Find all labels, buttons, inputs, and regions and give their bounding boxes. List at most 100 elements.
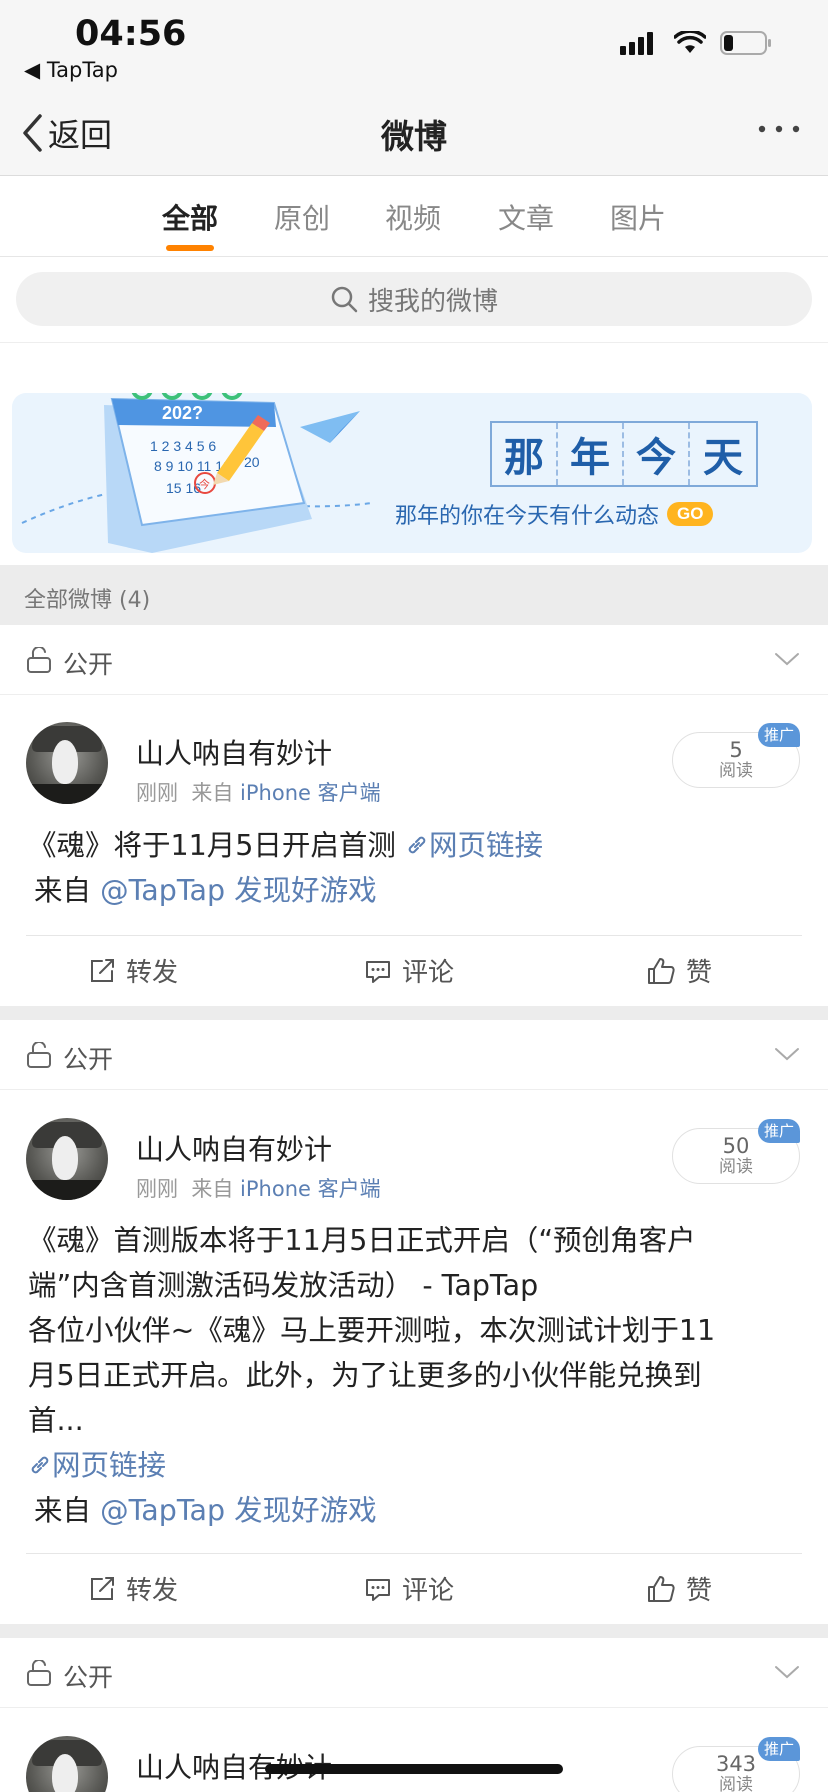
web-link-label: 网页链接: [428, 829, 543, 862]
read-label: 阅读: [719, 1775, 753, 1792]
tab-images[interactable]: 图片: [588, 197, 688, 237]
search-placeholder: 搜我的微博: [367, 286, 498, 317]
from-prefix: 来自: [34, 874, 92, 907]
read-label: 阅读: [719, 1157, 753, 1177]
wifi-icon: [674, 31, 706, 53]
comment-icon: [366, 960, 390, 983]
chevron-left-icon: [23, 114, 42, 152]
like-button[interactable]: 赞: [646, 952, 712, 989]
post-card: 公开 山人呐自有妙计 刚刚 来自 iPhone 客户端 50 阅读 推广 《魂》…: [0, 1020, 828, 1624]
search-icon: [331, 286, 358, 313]
tab-all[interactable]: 全部: [140, 197, 240, 237]
search-section: 搜我的微博: [0, 257, 828, 343]
avatar[interactable]: [26, 1736, 108, 1792]
promote-badge[interactable]: 推广: [758, 1737, 800, 1761]
comment-button[interactable]: 评论: [364, 952, 454, 989]
calendar-today-marker: 今: [199, 477, 210, 491]
visibility-row[interactable]: 公开: [0, 1638, 828, 1708]
web-link[interactable]: 网页链接: [28, 1449, 166, 1482]
calendar-illustration: 202? 1 2 3 4 5 6 8 9 10 11 12 15 16 20 今: [21, 393, 373, 553]
divider: [0, 1006, 828, 1020]
web-link[interactable]: 网页链接: [405, 829, 543, 862]
back-to-app-link[interactable]: ◀ TapTap: [24, 58, 118, 82]
author-name[interactable]: 山人呐自有妙计: [136, 1128, 332, 1168]
thumbs-up-icon: [648, 1575, 675, 1602]
calendar-numbers-row1: 1 2 3 4 5 6: [150, 438, 216, 454]
read-label: 阅读: [719, 761, 753, 781]
avatar[interactable]: [26, 722, 108, 804]
repost-label: 转发: [126, 958, 179, 988]
banner-title-char: 那: [492, 423, 558, 485]
calendar-year: 202?: [162, 403, 203, 423]
post-text-line: 《魂》首测版本将于11月5日正式开启（“预创角客户: [28, 1224, 696, 1257]
from-prefix: 来自: [34, 1494, 92, 1527]
tab-original[interactable]: 原创: [252, 197, 352, 237]
post-count-bar: 全部微博 (4): [0, 565, 828, 625]
link-icon: [408, 836, 426, 854]
home-indicator[interactable]: [265, 1764, 563, 1774]
post-time: 刚刚: [136, 1177, 178, 1201]
status-icons: [620, 30, 772, 56]
repost-icon: [91, 958, 114, 982]
chevron-down-icon: [775, 1666, 799, 1679]
banner-subtitle: 那年的你在今天有什么动态 GO: [395, 498, 714, 530]
banner-subtitle-text: 那年的你在今天有什么动态: [395, 504, 660, 529]
comment-button[interactable]: 评论: [364, 1570, 454, 1607]
post-actions: 转发 评论 赞: [26, 935, 802, 1003]
from-account-link[interactable]: @TapTap 发现好游戏: [100, 874, 377, 907]
repost-icon: [91, 1576, 114, 1600]
search-input[interactable]: 搜我的微博: [16, 272, 812, 326]
thumbs-up-icon: [648, 957, 675, 984]
unlock-icon: [27, 647, 51, 673]
calendar-number-20: 20: [244, 454, 260, 470]
chevron-down-icon: [775, 653, 799, 666]
banner-title-char: 今: [624, 423, 690, 485]
repost-button[interactable]: 转发: [88, 952, 178, 989]
like-button[interactable]: 赞: [646, 1570, 712, 1607]
tab-video[interactable]: 视频: [363, 197, 463, 237]
post-content: 《魂》将于11月5日开启首测 网页链接 来自 @TapTap 发现好游戏: [28, 823, 800, 913]
post-source[interactable]: iPhone 客户端: [240, 781, 381, 805]
nav-bar: 微博 返回: [0, 92, 828, 176]
banner-title-char: 年: [558, 423, 624, 485]
more-button[interactable]: [756, 120, 802, 139]
post-text-line: 端”内含首测激活码发放活动） - TapTap: [28, 1269, 539, 1302]
post-meta: 刚刚 来自 iPhone 客户端: [136, 1173, 381, 1203]
visibility-label: 公开: [63, 1045, 114, 1074]
like-label: 赞: [686, 1576, 713, 1606]
back-button[interactable]: 返回: [20, 110, 112, 156]
comment-label: 评论: [402, 1576, 455, 1606]
repost-button[interactable]: 转发: [88, 1570, 178, 1607]
post-content: 《魂》首测版本将于11月5日正式开启（“预创角客户 端”内含首测激活码发放活动）…: [28, 1218, 804, 1533]
banner-section: 202? 1 2 3 4 5 6 8 9 10 11 12 15 16 20 今…: [0, 343, 828, 565]
divider: [0, 1624, 828, 1638]
cellular-signal-icon: [620, 32, 653, 55]
post-meta: 刚刚 来自 iPhone 客户端: [136, 777, 381, 807]
banner-title: 那 年 今 天: [490, 421, 758, 487]
post-time: 刚刚: [136, 781, 178, 805]
post-text-line: 各位小伙伴~《魂》马上要开测啦，本次测试计划于11: [28, 1314, 716, 1347]
active-tab-indicator: [166, 245, 214, 251]
web-link-label: 网页链接: [52, 1449, 167, 1482]
status-bar: 04:56 ◀ TapTap: [0, 0, 828, 92]
battery-icon: [720, 31, 771, 55]
go-button[interactable]: GO: [667, 502, 714, 526]
from-account-link[interactable]: @TapTap 发现好游戏: [100, 1494, 377, 1527]
avatar[interactable]: [26, 1118, 108, 1200]
post-card: 公开 山人呐自有妙计 刚刚 来自 iPhone 客户端 5 阅读 推广 《魂》将…: [0, 625, 828, 1006]
on-this-day-banner[interactable]: 202? 1 2 3 4 5 6 8 9 10 11 12 15 16 20 今…: [12, 393, 812, 553]
more-dots-icon: [758, 125, 800, 133]
post-source[interactable]: iPhone 客户端: [240, 1177, 381, 1201]
tab-article[interactable]: 文章: [476, 197, 576, 237]
promote-badge[interactable]: 推广: [758, 1119, 800, 1143]
unlock-icon: [27, 1660, 51, 1686]
post-text-line: 月5日正式开启。此外，为了让更多的小伙伴能兑换到: [28, 1359, 702, 1392]
unlock-icon: [27, 1042, 51, 1068]
page-title: 微博: [381, 117, 447, 156]
comment-icon: [366, 1578, 390, 1601]
link-icon: [31, 1456, 49, 1474]
visibility-row[interactable]: 公开: [0, 625, 828, 695]
author-name[interactable]: 山人呐自有妙计: [136, 732, 332, 772]
promote-badge[interactable]: 推广: [758, 723, 800, 747]
visibility-row[interactable]: 公开: [0, 1020, 828, 1090]
